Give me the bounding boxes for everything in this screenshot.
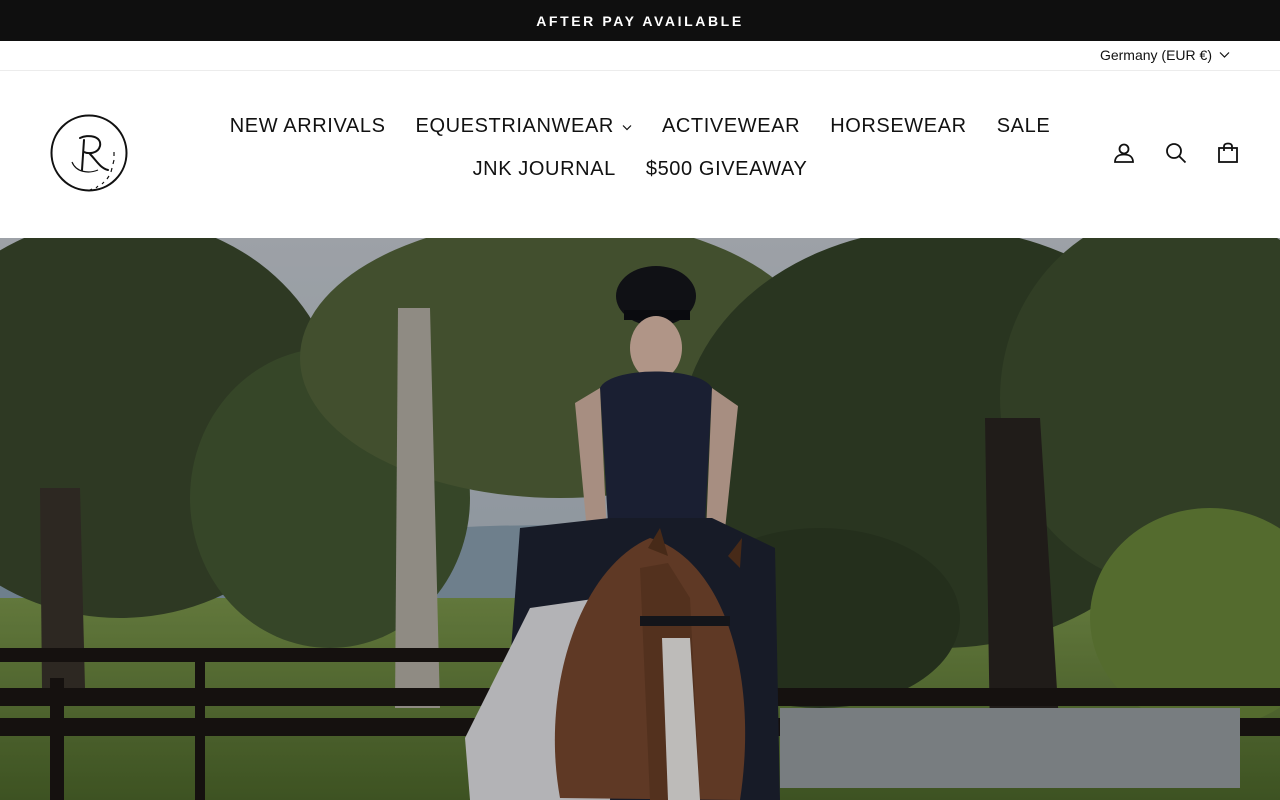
site-logo[interactable]	[50, 114, 130, 194]
announcement-bar: AFTER PAY AVAILABLE	[0, 0, 1280, 41]
cart-button[interactable]	[1216, 141, 1240, 165]
nav-label: JNK JOURNAL	[472, 158, 616, 180]
nav-item-new-arrivals[interactable]: NEW ARRIVALS	[215, 111, 401, 141]
nav-item-activewear[interactable]: ACTIVEWEAR	[647, 111, 815, 141]
header-icons	[1112, 141, 1240, 165]
nav-row-primary: NEW ARRIVALS EQUESTRIANWEAR ACTIVEWEAR H…	[215, 111, 1065, 141]
user-icon	[1114, 143, 1134, 163]
nav-label: HORSEWEAR	[830, 115, 967, 137]
nav-label: EQUESTRIANWEAR	[415, 115, 614, 137]
nav-label: ACTIVEWEAR	[661, 115, 801, 137]
bag-icon	[1218, 142, 1238, 163]
nav-label: $500 GIVEAWAY	[645, 158, 808, 180]
chevron-down-icon	[1219, 52, 1230, 58]
announcement-text: AFTER PAY AVAILABLE	[536, 12, 744, 29]
nav-label: SALE	[996, 115, 1051, 137]
chevron-down-icon	[622, 125, 632, 131]
nav-item-sale[interactable]: SALE	[982, 111, 1066, 141]
hero-image	[0, 238, 1280, 800]
search-button[interactable]	[1164, 141, 1188, 165]
main-nav: NEW ARRIVALS EQUESTRIANWEAR ACTIVEWEAR H…	[215, 111, 1065, 184]
utility-bar: Germany (EUR €)	[0, 41, 1280, 71]
account-button[interactable]	[1112, 141, 1136, 165]
currency-selector[interactable]: Germany (EUR €)	[1100, 47, 1230, 63]
nav-item-equestrianwear[interactable]: EQUESTRIANWEAR	[401, 111, 647, 141]
nav-row-secondary: JNK JOURNAL $500 GIVEAWAY	[215, 154, 1065, 184]
nav-item-horsewear[interactable]: HORSEWEAR	[815, 111, 982, 141]
logo-mark	[50, 114, 128, 192]
search-icon	[1166, 143, 1187, 164]
currency-label: Germany (EUR €)	[1099, 47, 1212, 63]
nav-item-jnk-journal[interactable]: JNK JOURNAL	[458, 154, 631, 184]
hero-photo	[0, 238, 1280, 800]
nav-item-giveaway[interactable]: $500 GIVEAWAY	[631, 154, 823, 184]
site-header: NEW ARRIVALS EQUESTRIANWEAR ACTIVEWEAR H…	[0, 71, 1280, 238]
nav-label: NEW ARRIVALS	[229, 115, 386, 137]
